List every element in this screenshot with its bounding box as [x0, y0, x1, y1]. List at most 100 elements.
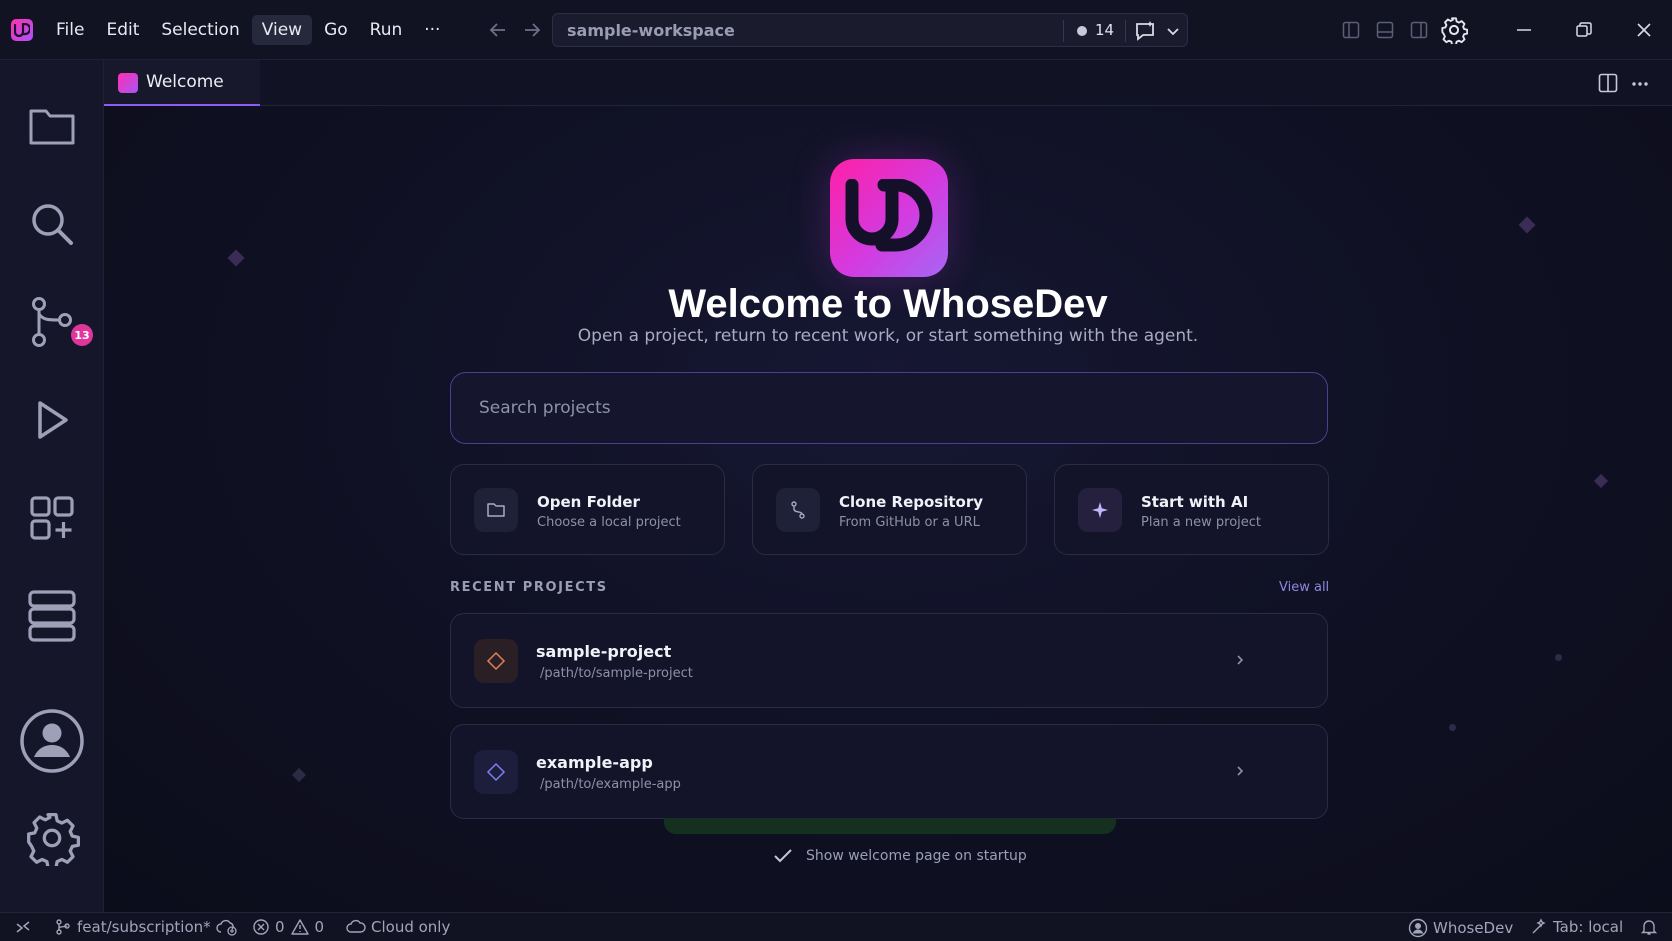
editor-tab-bar: Welcome: [104, 60, 1672, 106]
card-subtitle: From GitHub or a URL: [839, 515, 980, 530]
toast-edge: [664, 818, 1116, 834]
card-title: Start with AI: [1141, 493, 1249, 511]
decor-diamond: [1518, 216, 1536, 234]
whosedev-logo-icon: [830, 159, 948, 277]
activity-bar: [0, 60, 104, 912]
card-subtitle: Plan a new project: [1141, 515, 1262, 530]
card-title: Clone Repository: [839, 493, 984, 511]
chevron-right-icon: [1233, 652, 1247, 671]
checkmark-icon[interactable]: [772, 847, 794, 869]
restore-icon[interactable]: [1574, 20, 1594, 44]
recent-project-item[interactable]: example-app /path/to/example-app: [450, 724, 1328, 819]
cloud-label: Cloud only: [371, 918, 451, 936]
welcome-subtitle: Open a project, return to recent work, o…: [577, 326, 1199, 346]
extensions-icon[interactable]: [22, 488, 82, 548]
menu-view[interactable]: View: [251, 15, 313, 45]
tab-welcome[interactable]: Welcome: [104, 60, 260, 106]
start-with-ai-card[interactable]: Start with AI Plan a new project: [1054, 464, 1329, 555]
menu-selection[interactable]: Selection: [151, 15, 249, 45]
remote-icon[interactable]: [14, 918, 32, 936]
project-name: example-app: [536, 753, 653, 772]
account-icon: [1408, 918, 1428, 938]
clone-repository-card[interactable]: Clone Repository From GitHub or a URL: [752, 464, 1027, 555]
welcome-title: Welcome to WhoseDev: [668, 282, 1108, 326]
search-icon[interactable]: [22, 194, 82, 254]
database-icon[interactable]: [22, 586, 82, 646]
search-projects-input[interactable]: [450, 372, 1328, 444]
diamond-icon: [474, 639, 518, 683]
decor-dot: [1449, 724, 1456, 731]
source-control-badge: 13: [71, 324, 93, 346]
close-icon[interactable]: [1634, 20, 1654, 44]
card-title: Open Folder: [537, 493, 640, 511]
settings-gear-icon[interactable]: [1440, 16, 1469, 48]
whosedev-tab-icon: [118, 73, 138, 93]
menu-file[interactable]: File: [46, 15, 94, 45]
menu-more[interactable]: ···: [414, 15, 450, 45]
cloud-sync-icon: [215, 919, 237, 936]
run-debug-icon[interactable]: [22, 390, 82, 450]
account-status[interactable]: WhoseDev: [1408, 918, 1513, 938]
decor-dot: [1555, 654, 1562, 661]
folder-icon: [474, 488, 518, 532]
command-center[interactable]: sample-workspace 14: [552, 13, 1188, 47]
problems-status[interactable]: 0 0: [252, 918, 324, 936]
toggle-secondary-sidebar-icon[interactable]: [1410, 21, 1428, 43]
status-dot-icon: [1077, 26, 1087, 36]
source-control-icon[interactable]: [22, 292, 82, 352]
divider: [1125, 20, 1126, 42]
menu-run[interactable]: Run: [360, 15, 413, 45]
tab-mode-label: Tab: local: [1553, 918, 1624, 936]
account-name: WhoseDev: [1433, 919, 1514, 937]
sparkle-icon: [1078, 488, 1122, 532]
project-path: /path/to/example-app: [540, 777, 681, 792]
divider: [1063, 20, 1064, 42]
chat-icon[interactable]: [1133, 19, 1157, 47]
back-arrow-icon[interactable]: [486, 18, 510, 42]
error-count: 0: [275, 918, 285, 936]
notifications-bell-icon[interactable]: [1640, 918, 1658, 936]
project-name: sample-project: [536, 642, 672, 661]
recent-projects-heading: RECENT PROJECTS: [450, 580, 608, 595]
toggle-primary-sidebar-icon[interactable]: [1342, 21, 1360, 43]
forward-arrow-icon[interactable]: [520, 18, 544, 42]
git-branch-icon: [56, 919, 70, 935]
app-logo-icon[interactable]: [11, 19, 33, 41]
decor-diamond: [291, 767, 307, 783]
workspace-title: sample-workspace: [567, 21, 735, 40]
branch-status[interactable]: feat/subscription*: [54, 918, 238, 936]
title-bar: File Edit Selection View Go Run ··· samp…: [0, 0, 1672, 60]
cloud-icon: [346, 919, 366, 933]
card-subtitle: Choose a local project: [537, 515, 681, 530]
split-editor-icon[interactable]: [1598, 73, 1618, 97]
cloud-status[interactable]: Cloud only: [346, 918, 450, 936]
more-actions-icon[interactable]: [1630, 76, 1650, 95]
show-on-startup-label: Show welcome page on startup: [806, 848, 1027, 864]
chevron-down-icon[interactable]: [1165, 23, 1181, 43]
toggle-panel-icon[interactable]: [1376, 21, 1394, 43]
branch-name: feat/subscription*: [77, 918, 211, 936]
menu-edit[interactable]: Edit: [96, 15, 149, 45]
git-branch-icon: [776, 488, 820, 532]
decor-diamond: [1593, 473, 1609, 489]
open-folder-card[interactable]: Open Folder Choose a local project: [450, 464, 725, 555]
decor-diamond: [227, 249, 245, 267]
sparkle-wand-icon: [1532, 918, 1546, 934]
change-count: 14: [1095, 21, 1115, 39]
menu-go[interactable]: Go: [314, 15, 358, 45]
status-bar: feat/subscription* 0 0 Cloud only WhoseD…: [0, 912, 1672, 941]
tab-label: Welcome: [146, 72, 224, 92]
view-all-link[interactable]: View all: [1279, 580, 1329, 595]
account-icon[interactable]: [17, 706, 87, 776]
diamond-icon: [474, 750, 518, 794]
minimize-icon[interactable]: [1514, 20, 1534, 44]
menu-bar: File Edit Selection View Go Run ···: [46, 15, 450, 45]
explorer-folder-icon[interactable]: [22, 96, 82, 156]
chevron-right-icon: [1233, 763, 1247, 782]
warning-icon: [290, 919, 309, 935]
welcome-page: Welcome to WhoseDev Open a project, retu…: [104, 106, 1672, 912]
recent-project-item[interactable]: sample-project /path/to/sample-project: [450, 613, 1328, 708]
project-path: /path/to/sample-project: [540, 666, 693, 681]
manage-settings-icon[interactable]: [22, 808, 82, 868]
tab-mode-status[interactable]: Tab: local: [1530, 918, 1623, 936]
